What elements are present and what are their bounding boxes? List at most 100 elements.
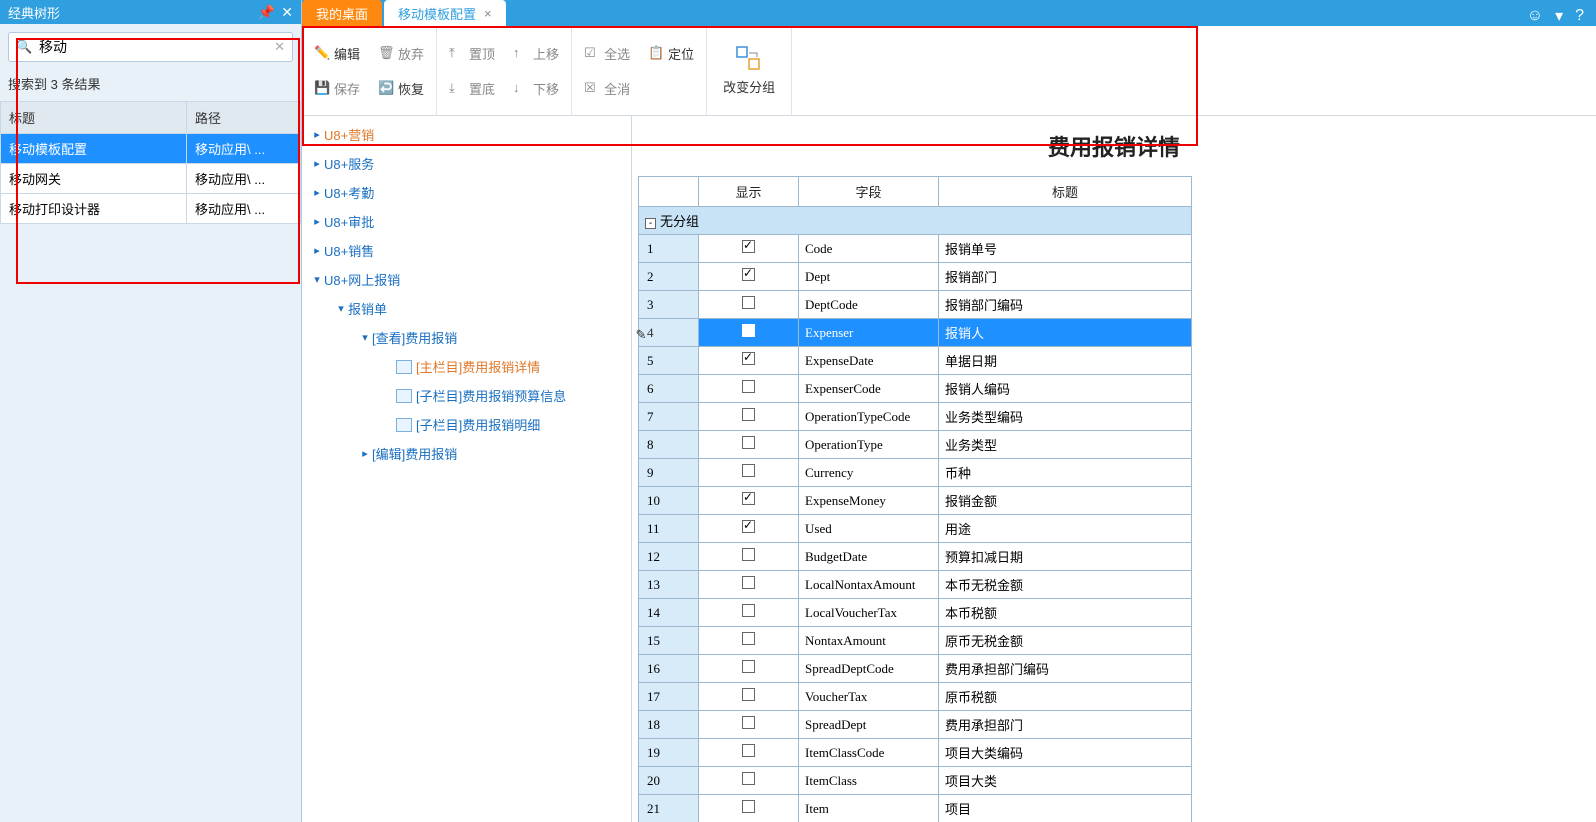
tree-item[interactable]: ▸U8+服务 — [302, 149, 631, 178]
change-group-button[interactable]: 改变分组 — [707, 37, 791, 104]
checkbox-icon[interactable] — [742, 436, 755, 449]
checkbox-icon[interactable] — [742, 408, 755, 421]
show-checkbox-cell[interactable] — [699, 431, 799, 459]
deselect-button[interactable]: ☒全消 — [578, 75, 636, 102]
search-result-row[interactable]: 移动打印设计器移动应用\ ... — [1, 194, 301, 224]
restore-button[interactable]: ↩️恢复 — [372, 75, 430, 102]
checkbox-icon[interactable] — [742, 632, 755, 645]
grid-row[interactable]: 1Code报销单号 — [639, 235, 1192, 263]
tree-caret-icon[interactable]: ▸ — [310, 215, 324, 228]
checkbox-icon[interactable] — [742, 716, 755, 729]
show-checkbox-cell[interactable] — [699, 571, 799, 599]
tab-移动模板配置[interactable]: 移动模板配置× — [384, 0, 506, 26]
save-button[interactable]: 💾保存 — [308, 75, 366, 102]
checkbox-icon[interactable] — [742, 380, 755, 393]
search-result-row[interactable]: 移动模板配置移动应用\ ... — [1, 134, 301, 164]
discard-button[interactable]: 🗑放弃 — [372, 40, 430, 67]
grid-row[interactable]: 7OperationTypeCode业务类型编码 — [639, 403, 1192, 431]
show-checkbox-cell[interactable] — [699, 711, 799, 739]
checkbox-icon[interactable] — [742, 800, 755, 813]
tree-caret-icon[interactable]: ▸ — [310, 186, 324, 199]
tree-item[interactable]: ▸U8+销售 — [302, 236, 631, 265]
checkbox-icon[interactable] — [742, 492, 755, 505]
checkbox-icon[interactable] — [742, 688, 755, 701]
checkbox-icon[interactable] — [742, 240, 755, 253]
tab-close-icon[interactable]: × — [484, 6, 492, 21]
tab-我的桌面[interactable]: 我的桌面 — [302, 0, 382, 26]
checkbox-icon[interactable] — [742, 744, 755, 757]
clear-icon[interactable]: ✕ — [274, 39, 285, 55]
search-result-row[interactable]: 移动网关移动应用\ ... — [1, 164, 301, 194]
collapse-icon[interactable]: - — [645, 218, 656, 229]
down-button[interactable]: ↓下移 — [507, 75, 565, 102]
show-checkbox-cell[interactable] — [699, 459, 799, 487]
checkbox-icon[interactable] — [742, 268, 755, 281]
tree-caret-icon[interactable]: ▾ — [310, 273, 324, 286]
grid-row[interactable]: 2Dept报销部门 — [639, 263, 1192, 291]
show-checkbox-cell[interactable] — [699, 739, 799, 767]
show-checkbox-cell[interactable] — [699, 263, 799, 291]
grid-row[interactable]: 16SpreadDeptCode费用承担部门编码 — [639, 655, 1192, 683]
show-checkbox-cell[interactable] — [699, 235, 799, 263]
tree-item[interactable]: ▸U8+审批 — [302, 207, 631, 236]
tree-item[interactable]: ▸U8+考勤 — [302, 178, 631, 207]
tree-item[interactable]: ▾U8+网上报销 — [302, 265, 631, 294]
show-checkbox-cell[interactable] — [699, 403, 799, 431]
grid-row[interactable]: 18SpreadDept费用承担部门 — [639, 711, 1192, 739]
tree-item[interactable]: ▾报销单 — [302, 294, 631, 323]
show-checkbox-cell[interactable] — [699, 347, 799, 375]
checkbox-icon[interactable] — [742, 352, 755, 365]
grid-row[interactable]: 4✎Expenser报销人 — [639, 319, 1192, 347]
checkbox-icon[interactable] — [742, 324, 755, 337]
tree-caret-icon[interactable]: ▸ — [310, 128, 324, 141]
show-checkbox-cell[interactable] — [699, 375, 799, 403]
show-checkbox-cell[interactable] — [699, 767, 799, 795]
tree-caret-icon[interactable]: ▸ — [310, 157, 324, 170]
tree-caret-icon[interactable]: ▸ — [310, 244, 324, 257]
checkbox-icon[interactable] — [742, 464, 755, 477]
grid-row[interactable]: 14LocalVoucherTax本币税额 — [639, 599, 1192, 627]
grid-row[interactable]: 10ExpenseMoney报销金额 — [639, 487, 1192, 515]
show-checkbox-cell[interactable] — [699, 319, 799, 347]
locate-button[interactable]: 📋定位 — [642, 40, 700, 67]
grid-row[interactable]: 9Currency币种 — [639, 459, 1192, 487]
dropdown-icon[interactable]: ▾ — [1555, 6, 1563, 26]
group-row[interactable]: -无分组 — [639, 207, 1192, 235]
grid-row[interactable]: 20ItemClass项目大类 — [639, 767, 1192, 795]
show-checkbox-cell[interactable] — [699, 683, 799, 711]
grid-row[interactable]: 17VoucherTax原币税额 — [639, 683, 1192, 711]
show-checkbox-cell[interactable] — [699, 599, 799, 627]
show-checkbox-cell[interactable] — [699, 627, 799, 655]
show-checkbox-cell[interactable] — [699, 515, 799, 543]
grid-row[interactable]: 13LocalNontaxAmount本币无税金额 — [639, 571, 1192, 599]
grid-row[interactable]: 3DeptCode报销部门编码 — [639, 291, 1192, 319]
checkbox-icon[interactable] — [742, 520, 755, 533]
grid-row[interactable]: 11Used用途 — [639, 515, 1192, 543]
grid-row[interactable]: 15NontaxAmount原币无税金额 — [639, 627, 1192, 655]
checkbox-icon[interactable] — [742, 660, 755, 673]
top-button[interactable]: ⤒置顶 — [443, 40, 501, 67]
show-checkbox-cell[interactable] — [699, 655, 799, 683]
tree-caret-icon[interactable]: ▸ — [358, 447, 372, 460]
help-icon[interactable]: ? — [1575, 7, 1584, 25]
tree-caret-icon[interactable]: ▾ — [334, 302, 348, 315]
checkbox-icon[interactable] — [742, 604, 755, 617]
show-checkbox-cell[interactable] — [699, 795, 799, 822]
show-checkbox-cell[interactable] — [699, 543, 799, 571]
tree-item[interactable]: ▾[查看]费用报销 — [302, 323, 631, 352]
search-input[interactable] — [8, 32, 293, 62]
pin-icon[interactable]: 📌 — [258, 4, 275, 21]
grid-row[interactable]: 12BudgetDate预算扣减日期 — [639, 543, 1192, 571]
close-icon[interactable]: ✕ — [281, 4, 293, 21]
show-checkbox-cell[interactable] — [699, 487, 799, 515]
show-checkbox-cell[interactable] — [699, 291, 799, 319]
checkbox-icon[interactable] — [742, 548, 755, 561]
select-all-button[interactable]: ☑全选 — [578, 40, 636, 67]
checkbox-icon[interactable] — [742, 772, 755, 785]
grid-row[interactable]: 8OperationType业务类型 — [639, 431, 1192, 459]
tree-item[interactable]: [子栏目]费用报销明细 — [302, 410, 631, 439]
edit-button[interactable]: ✏️编辑 — [308, 40, 366, 67]
checkbox-icon[interactable] — [742, 576, 755, 589]
checkbox-icon[interactable] — [742, 296, 755, 309]
grid-row[interactable]: 19ItemClassCode项目大类编码 — [639, 739, 1192, 767]
